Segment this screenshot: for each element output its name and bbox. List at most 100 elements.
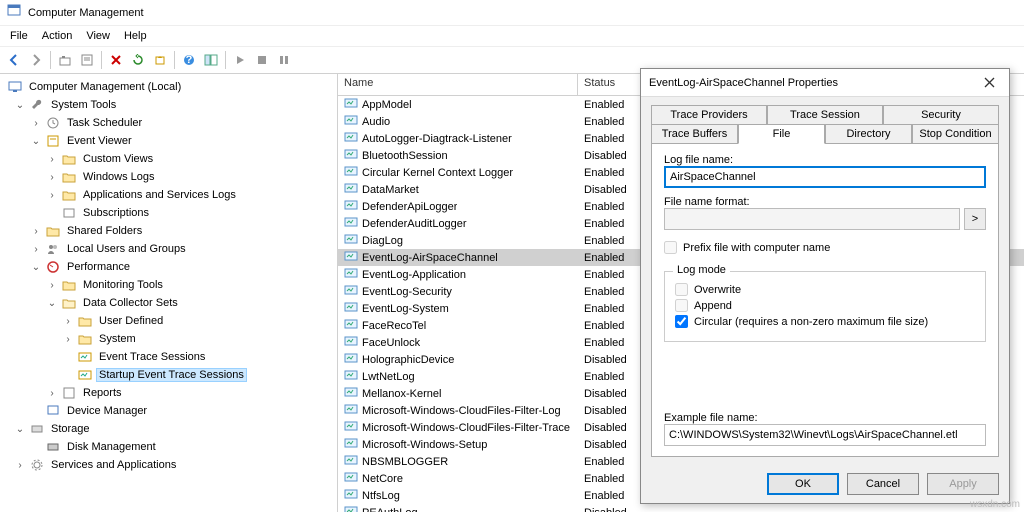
trace-session-icon — [344, 233, 358, 248]
collapse-icon[interactable]: ⌄ — [30, 262, 42, 273]
session-name: Microsoft-Windows-CloudFiles-Filter-Trac… — [362, 422, 570, 434]
expand-icon[interactable]: › — [30, 244, 42, 255]
tab-directory[interactable]: Directory — [825, 124, 912, 144]
column-name[interactable]: Name — [338, 74, 578, 95]
tree-device-manager[interactable]: Device Manager — [0, 402, 337, 420]
up-button[interactable] — [55, 50, 75, 70]
shared-folder-icon — [45, 223, 61, 239]
trace-session-icon — [344, 182, 358, 197]
circular-checkbox[interactable]: Circular (requires a non-zero maximum fi… — [675, 315, 975, 328]
menu-file[interactable]: File — [4, 28, 34, 44]
tab-trace-buffers[interactable]: Trace Buffers — [651, 124, 738, 144]
overwrite-checkbox[interactable]: Overwrite — [675, 283, 975, 296]
session-name: LwtNetLog — [362, 371, 415, 383]
tree-custom-views[interactable]: › Custom Views — [0, 150, 337, 168]
expand-icon[interactable]: › — [46, 172, 58, 183]
refresh-button[interactable] — [128, 50, 148, 70]
tree-system-tools[interactable]: ⌄ System Tools — [0, 96, 337, 114]
append-checkbox[interactable]: Append — [675, 299, 975, 312]
tree-event-viewer[interactable]: ⌄ Event Viewer — [0, 132, 337, 150]
expand-icon[interactable]: › — [62, 334, 74, 345]
example-file-name-label: Example file name: — [664, 412, 986, 424]
trace-session-icon — [344, 505, 358, 512]
tree-storage[interactable]: ⌄ Storage — [0, 420, 337, 438]
help-button[interactable]: ? — [179, 50, 199, 70]
expand-icon[interactable]: › — [46, 388, 58, 399]
show-hide-tree-button[interactable] — [201, 50, 221, 70]
trace-session-icon — [344, 114, 358, 129]
properties-button[interactable] — [77, 50, 97, 70]
tree-system[interactable]: › System — [0, 330, 337, 348]
stop-button[interactable] — [252, 50, 272, 70]
tab-security[interactable]: Security — [883, 105, 999, 125]
tree-windows-logs[interactable]: › Windows Logs — [0, 168, 337, 186]
expand-icon[interactable]: › — [46, 154, 58, 165]
trace-session-icon — [344, 318, 358, 333]
tree-event-trace-sessions[interactable]: Event Trace Sessions — [0, 348, 337, 366]
tree-services-apps[interactable]: › Services and Applications — [0, 456, 337, 474]
file-name-format-picker-button[interactable]: > — [964, 208, 986, 230]
trace-session-icon — [344, 386, 358, 401]
pause-button[interactable] — [274, 50, 294, 70]
apply-button[interactable]: Apply — [927, 473, 999, 495]
session-name: HolographicDevice — [362, 354, 454, 366]
menu-view[interactable]: View — [80, 28, 116, 44]
expand-icon[interactable]: › — [62, 316, 74, 327]
tree-monitoring-tools[interactable]: › Monitoring Tools — [0, 276, 337, 294]
expand-icon[interactable]: › — [14, 460, 26, 471]
ok-button[interactable]: OK — [767, 473, 839, 495]
export-button[interactable] — [150, 50, 170, 70]
session-name: NtfsLog — [362, 490, 400, 502]
expand-icon[interactable]: › — [30, 118, 42, 129]
dialog-titlebar[interactable]: EventLog-AirSpaceChannel Properties — [641, 69, 1009, 97]
tree-user-defined[interactable]: › User Defined — [0, 312, 337, 330]
tab-file[interactable]: File — [738, 124, 825, 144]
session-name: NetCore — [362, 473, 403, 485]
log-file-name-input[interactable] — [664, 166, 986, 188]
prefix-checkbox[interactable]: Prefix file with computer name — [664, 241, 986, 254]
delete-button[interactable] — [106, 50, 126, 70]
expand-icon[interactable]: › — [30, 226, 42, 237]
session-name: DefenderAuditLogger — [362, 218, 467, 230]
tree-startup-event-trace-sessions[interactable]: Startup Event Trace Sessions — [0, 366, 337, 384]
session-name: DefenderApiLogger — [362, 201, 457, 213]
svg-text:?: ? — [186, 54, 193, 66]
tree-reports[interactable]: › Reports — [0, 384, 337, 402]
collapse-icon[interactable]: ⌄ — [14, 100, 26, 111]
menu-help[interactable]: Help — [118, 28, 153, 44]
back-button[interactable] — [4, 50, 24, 70]
file-name-format-input[interactable] — [664, 208, 960, 230]
tree-shared-folders[interactable]: › Shared Folders — [0, 222, 337, 240]
expand-icon[interactable]: › — [46, 190, 58, 201]
dialog-buttons: OK Cancel Apply — [641, 465, 1009, 503]
collapse-icon[interactable]: ⌄ — [30, 136, 42, 147]
tree-subscriptions[interactable]: Subscriptions — [0, 204, 337, 222]
tree-performance[interactable]: ⌄ Performance — [0, 258, 337, 276]
session-name: Microsoft-Windows-CloudFiles-Filter-Log — [362, 405, 561, 417]
collapse-icon[interactable]: ⌄ — [46, 298, 58, 309]
session-name: DataMarket — [362, 184, 419, 196]
tab-trace-session[interactable]: Trace Session — [767, 105, 883, 125]
example-file-name-display — [664, 424, 986, 446]
cancel-button[interactable]: Cancel — [847, 473, 919, 495]
tree-task-scheduler[interactable]: › Task Scheduler — [0, 114, 337, 132]
nav-tree[interactable]: Computer Management (Local) ⌄ System Too… — [0, 74, 338, 512]
tree-data-collector-sets[interactable]: ⌄ Data Collector Sets — [0, 294, 337, 312]
reports-icon — [61, 385, 77, 401]
tree-root[interactable]: Computer Management (Local) — [0, 78, 337, 96]
expand-icon[interactable]: › — [46, 280, 58, 291]
tree-disk-management[interactable]: Disk Management — [0, 438, 337, 456]
play-button[interactable] — [230, 50, 250, 70]
close-button[interactable] — [977, 73, 1001, 93]
tab-strip: Trace Providers Trace Session Security T… — [651, 105, 999, 143]
menu-action[interactable]: Action — [36, 28, 79, 44]
tree-local-users[interactable]: › Local Users and Groups — [0, 240, 337, 258]
collapse-icon[interactable]: ⌄ — [14, 424, 26, 435]
tab-stop-condition[interactable]: Stop Condition — [912, 124, 999, 144]
tree-apps-services-logs[interactable]: › Applications and Services Logs — [0, 186, 337, 204]
list-row[interactable]: PEAuthLogDisabled — [338, 504, 1024, 512]
forward-button[interactable] — [26, 50, 46, 70]
tab-trace-providers[interactable]: Trace Providers — [651, 105, 767, 125]
services-icon — [29, 457, 45, 473]
clock-icon — [45, 115, 61, 131]
